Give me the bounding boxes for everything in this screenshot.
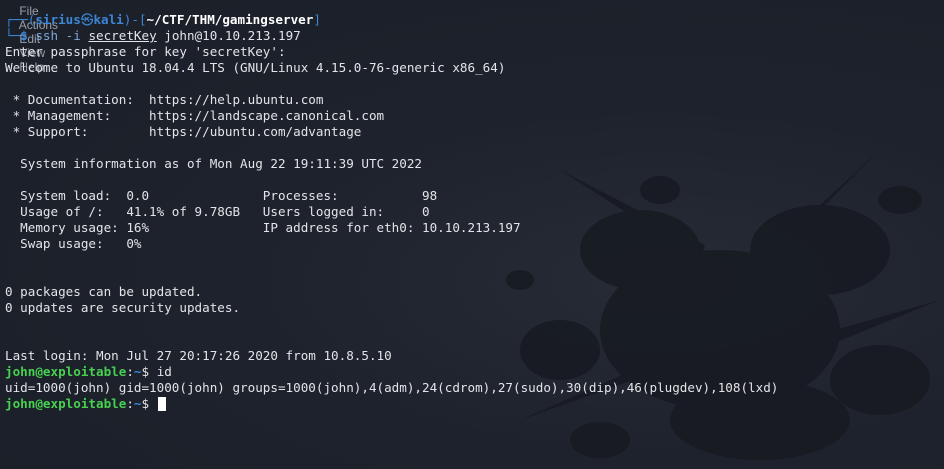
prompt-path: ~/CTF/THM/gamingserver xyxy=(146,12,314,27)
menu-bar: File Actions Edit View Help xyxy=(6,0,76,74)
terminal-window[interactable]: File Actions Edit View Help ┌──(sirius㉿k… xyxy=(0,0,944,469)
output-welcome: Welcome to Ubuntu 18.04.4 LTS (GNU/Linux… xyxy=(5,60,506,75)
prompt-user: sirius xyxy=(35,12,81,27)
output-sysinfo-row: Memory usage: 16% IP address for eth0: 1… xyxy=(5,220,521,235)
remote-path: ~ xyxy=(133,364,142,379)
prompt-line-top: ┌──(sirius㉿kali)-[~/CTF/THM/gamingserver… xyxy=(5,12,321,27)
output-packages: 0 packages can be updated. xyxy=(5,284,203,299)
remote-userhost: john@exploitable xyxy=(5,396,127,411)
text-cursor[interactable] xyxy=(157,397,166,411)
terminal-output: ┌──(sirius㉿kali)-[~/CTF/THM/gamingserver… xyxy=(5,12,944,412)
command-target: john@10.10.213.197 xyxy=(156,28,301,43)
command-ssh: ssh xyxy=(35,28,59,43)
command-id: id xyxy=(156,364,172,379)
output-last-login: Last login: Mon Jul 27 20:17:26 2020 fro… xyxy=(5,348,392,363)
output-sysinfo-row: Usage of /: 41.1% of 9.78GB Users logged… xyxy=(5,204,430,219)
output-security: 0 updates are security updates. xyxy=(5,300,241,315)
output-sysinfo-row: System load: 0.0 Processes: 98 xyxy=(5,188,438,203)
output-sysinfo: System information as of Mon Aug 22 19:1… xyxy=(5,156,423,171)
remote-prompt-line: john@exploitable:~$ id xyxy=(5,364,172,379)
remote-userhost: john@exploitable xyxy=(5,364,127,379)
output-passphrase: Enter passphrase for key 'secretKey': xyxy=(5,44,286,59)
remote-prompt-active[interactable]: john@exploitable:~$ xyxy=(5,396,944,412)
output-id: uid=1000(john) gid=1000(john) groups=100… xyxy=(5,380,779,395)
remote-path: ~ xyxy=(133,396,142,411)
skull-icon: ㉿ xyxy=(80,12,94,27)
output-support: * Support: https://ubuntu.com/advantage xyxy=(5,124,362,139)
prompt-line-command: └─$ ssh -i secretKey john@10.10.213.197 xyxy=(5,28,301,43)
command-keyfile: secretKey xyxy=(88,28,157,43)
output-management: * Management: https://landscape.canonica… xyxy=(5,108,385,123)
output-sysinfo-row: Swap usage: 0% xyxy=(5,236,142,251)
prompt-host: kali xyxy=(93,12,124,27)
output-documentation: * Documentation: https://help.ubuntu.com xyxy=(5,92,324,107)
